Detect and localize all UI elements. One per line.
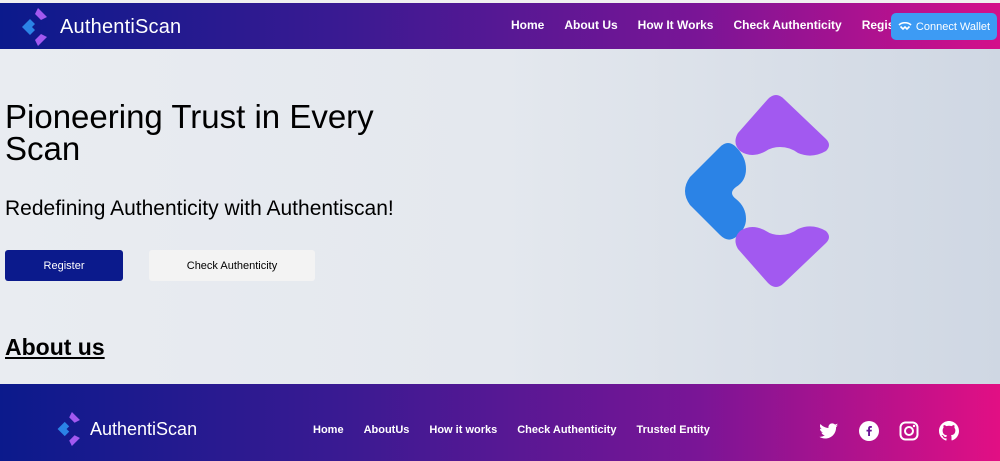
nav-home[interactable]: Home bbox=[511, 18, 544, 32]
footer-brand-name: AuthentiScan bbox=[90, 418, 198, 439]
register-button[interactable]: Register bbox=[5, 250, 123, 281]
nav-about-us[interactable]: About Us bbox=[564, 18, 617, 32]
social-links bbox=[818, 420, 960, 442]
hero-section: Pioneering Trust in Every Scan Redefinin… bbox=[0, 49, 1000, 384]
brand-logo[interactable]: AuthentiScan bbox=[18, 6, 181, 48]
footer-nav-how-it-works[interactable]: How it works bbox=[429, 424, 497, 436]
authentiscan-large-logo-icon bbox=[685, 95, 829, 287]
hero-title: Pioneering Trust in Every Scan bbox=[5, 98, 374, 167]
connect-wallet-button[interactable]: Connect Wallet bbox=[891, 13, 997, 40]
twitter-icon[interactable] bbox=[818, 420, 840, 442]
footer: AuthentiScan Home AboutUs How it works C… bbox=[0, 384, 1000, 461]
facebook-icon[interactable] bbox=[858, 420, 880, 442]
footer-nav: Home AboutUs How it works Check Authenti… bbox=[313, 424, 730, 436]
check-authenticity-button[interactable]: Check Authenticity bbox=[149, 250, 315, 281]
about-us-heading: About us bbox=[5, 334, 105, 360]
footer-nav-home[interactable]: Home bbox=[313, 424, 344, 436]
footer-brand-logo[interactable]: AuthentiScan bbox=[54, 408, 197, 450]
main-nav: Home About Us How It Works Check Authent… bbox=[511, 18, 930, 32]
authentiscan-logo-icon bbox=[22, 8, 47, 46]
footer-nav-about-us[interactable]: AboutUs bbox=[364, 424, 410, 436]
connect-wallet-label: Connect Wallet bbox=[915, 20, 991, 33]
nav-how-it-works[interactable]: How It Works bbox=[638, 18, 714, 32]
brand-name: AuthentiScan bbox=[60, 15, 182, 38]
github-icon[interactable] bbox=[938, 420, 960, 442]
top-navbar: AuthentiScan Home About Us How It Works … bbox=[0, 0, 1000, 49]
footer-nav-trusted-entity[interactable]: Trusted Entity bbox=[636, 424, 709, 436]
instagram-icon[interactable] bbox=[898, 420, 920, 442]
nav-check-authenticity[interactable]: Check Authenticity bbox=[733, 18, 841, 32]
hero-subtitle: Redefining Authenticity with Authentisca… bbox=[5, 197, 394, 220]
authentiscan-footer-logo-icon bbox=[57, 412, 80, 446]
walletconnect-icon bbox=[898, 22, 912, 31]
footer-nav-check-authenticity[interactable]: Check Authenticity bbox=[517, 424, 616, 436]
